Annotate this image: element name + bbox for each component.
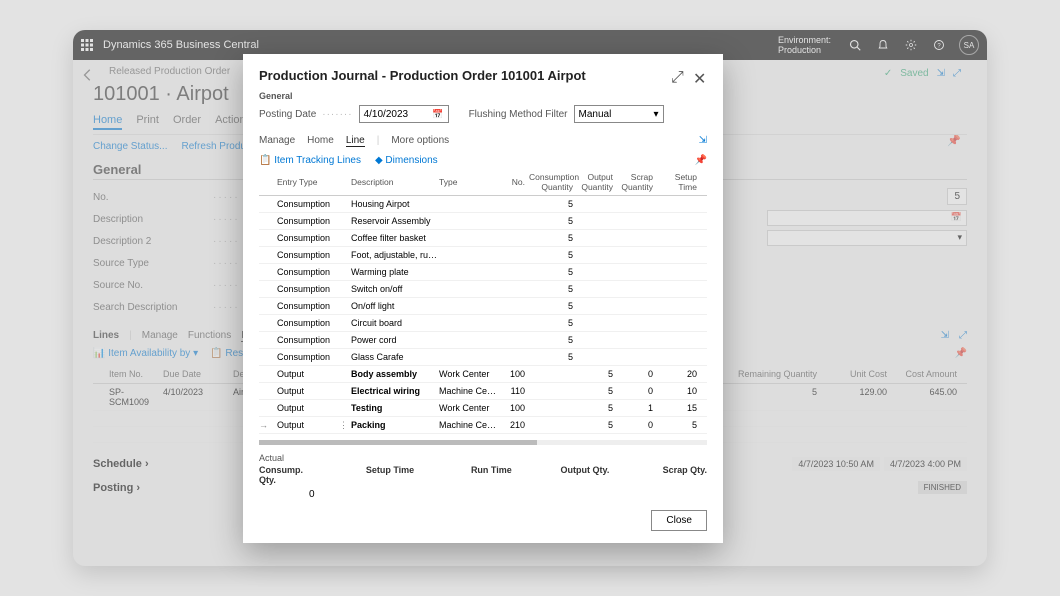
- actual-value: 0: [259, 489, 707, 500]
- production-journal-modal: Production Journal - Production Order 10…: [243, 54, 723, 543]
- mtab-more[interactable]: More options: [391, 135, 449, 147]
- actual-setup: Setup Time: [357, 465, 415, 485]
- journal-row[interactable]: ConsumptionCoffee filter basket5: [259, 230, 707, 247]
- actual-cons: Consump. Qty.: [259, 465, 317, 485]
- flushing-select[interactable]: Manual▾: [574, 105, 664, 123]
- modal-share-icon[interactable]: ⇲: [699, 135, 707, 147]
- journal-row[interactable]: ConsumptionHousing Airpot5: [259, 196, 707, 213]
- horizontal-scrollbar[interactable]: [259, 440, 707, 445]
- journal-row[interactable]: ConsumptionReservoir Assembly5: [259, 213, 707, 230]
- mtab-home[interactable]: Home: [307, 135, 334, 147]
- journal-header-row: Entry Type Description Type No. Consumpt…: [259, 172, 707, 196]
- journal-row[interactable]: →Output⋮PackingMachine Center210505: [259, 417, 707, 434]
- actual-out: Output Qty.: [552, 465, 610, 485]
- actual-label: Actual: [259, 453, 707, 463]
- modal-title: Production Journal - Production Order 10…: [259, 68, 663, 83]
- actual-scrap: Scrap Qty.: [649, 465, 707, 485]
- chevron-down-icon: ▾: [653, 109, 658, 120]
- journal-row[interactable]: ConsumptionGlass Carafe5: [259, 349, 707, 366]
- close-button[interactable]: Close: [651, 510, 707, 531]
- journal-row[interactable]: ConsumptionOn/off light5: [259, 298, 707, 315]
- mtab-manage[interactable]: Manage: [259, 135, 295, 147]
- modal-expand-icon[interactable]: ⤢: [671, 69, 685, 83]
- journal-row[interactable]: OutputElectrical wiringMachine Center110…: [259, 383, 707, 400]
- journal-row[interactable]: ConsumptionPower cord5: [259, 332, 707, 349]
- posting-date-label: Posting Date: [259, 109, 316, 120]
- flushing-label: Flushing Method Filter: [469, 109, 568, 120]
- modal-close-icon[interactable]: ✕: [693, 69, 707, 83]
- dimensions-action[interactable]: ◆ Dimensions: [375, 155, 438, 166]
- modal-pin-icon[interactable]: 📌: [695, 155, 707, 166]
- actual-run: Run Time: [454, 465, 512, 485]
- journal-row[interactable]: ConsumptionCircuit board5: [259, 315, 707, 332]
- calendar-icon[interactable]: 📅: [432, 109, 443, 120]
- mtab-line[interactable]: Line: [346, 135, 365, 147]
- journal-row[interactable]: OutputTestingWork Center1005115: [259, 400, 707, 417]
- journal-row[interactable]: ConsumptionSwitch on/off5: [259, 281, 707, 298]
- journal-row[interactable]: ConsumptionFoot, adjustable, rubber5: [259, 247, 707, 264]
- posting-date-input[interactable]: 4/10/2023📅: [359, 105, 449, 123]
- modal-general-label: General: [259, 91, 707, 101]
- journal-row[interactable]: OutputBody assemblyWork Center1005020: [259, 366, 707, 383]
- item-tracking-action[interactable]: 📋 Item Tracking Lines: [259, 155, 361, 166]
- journal-row[interactable]: ConsumptionWarming plate5: [259, 264, 707, 281]
